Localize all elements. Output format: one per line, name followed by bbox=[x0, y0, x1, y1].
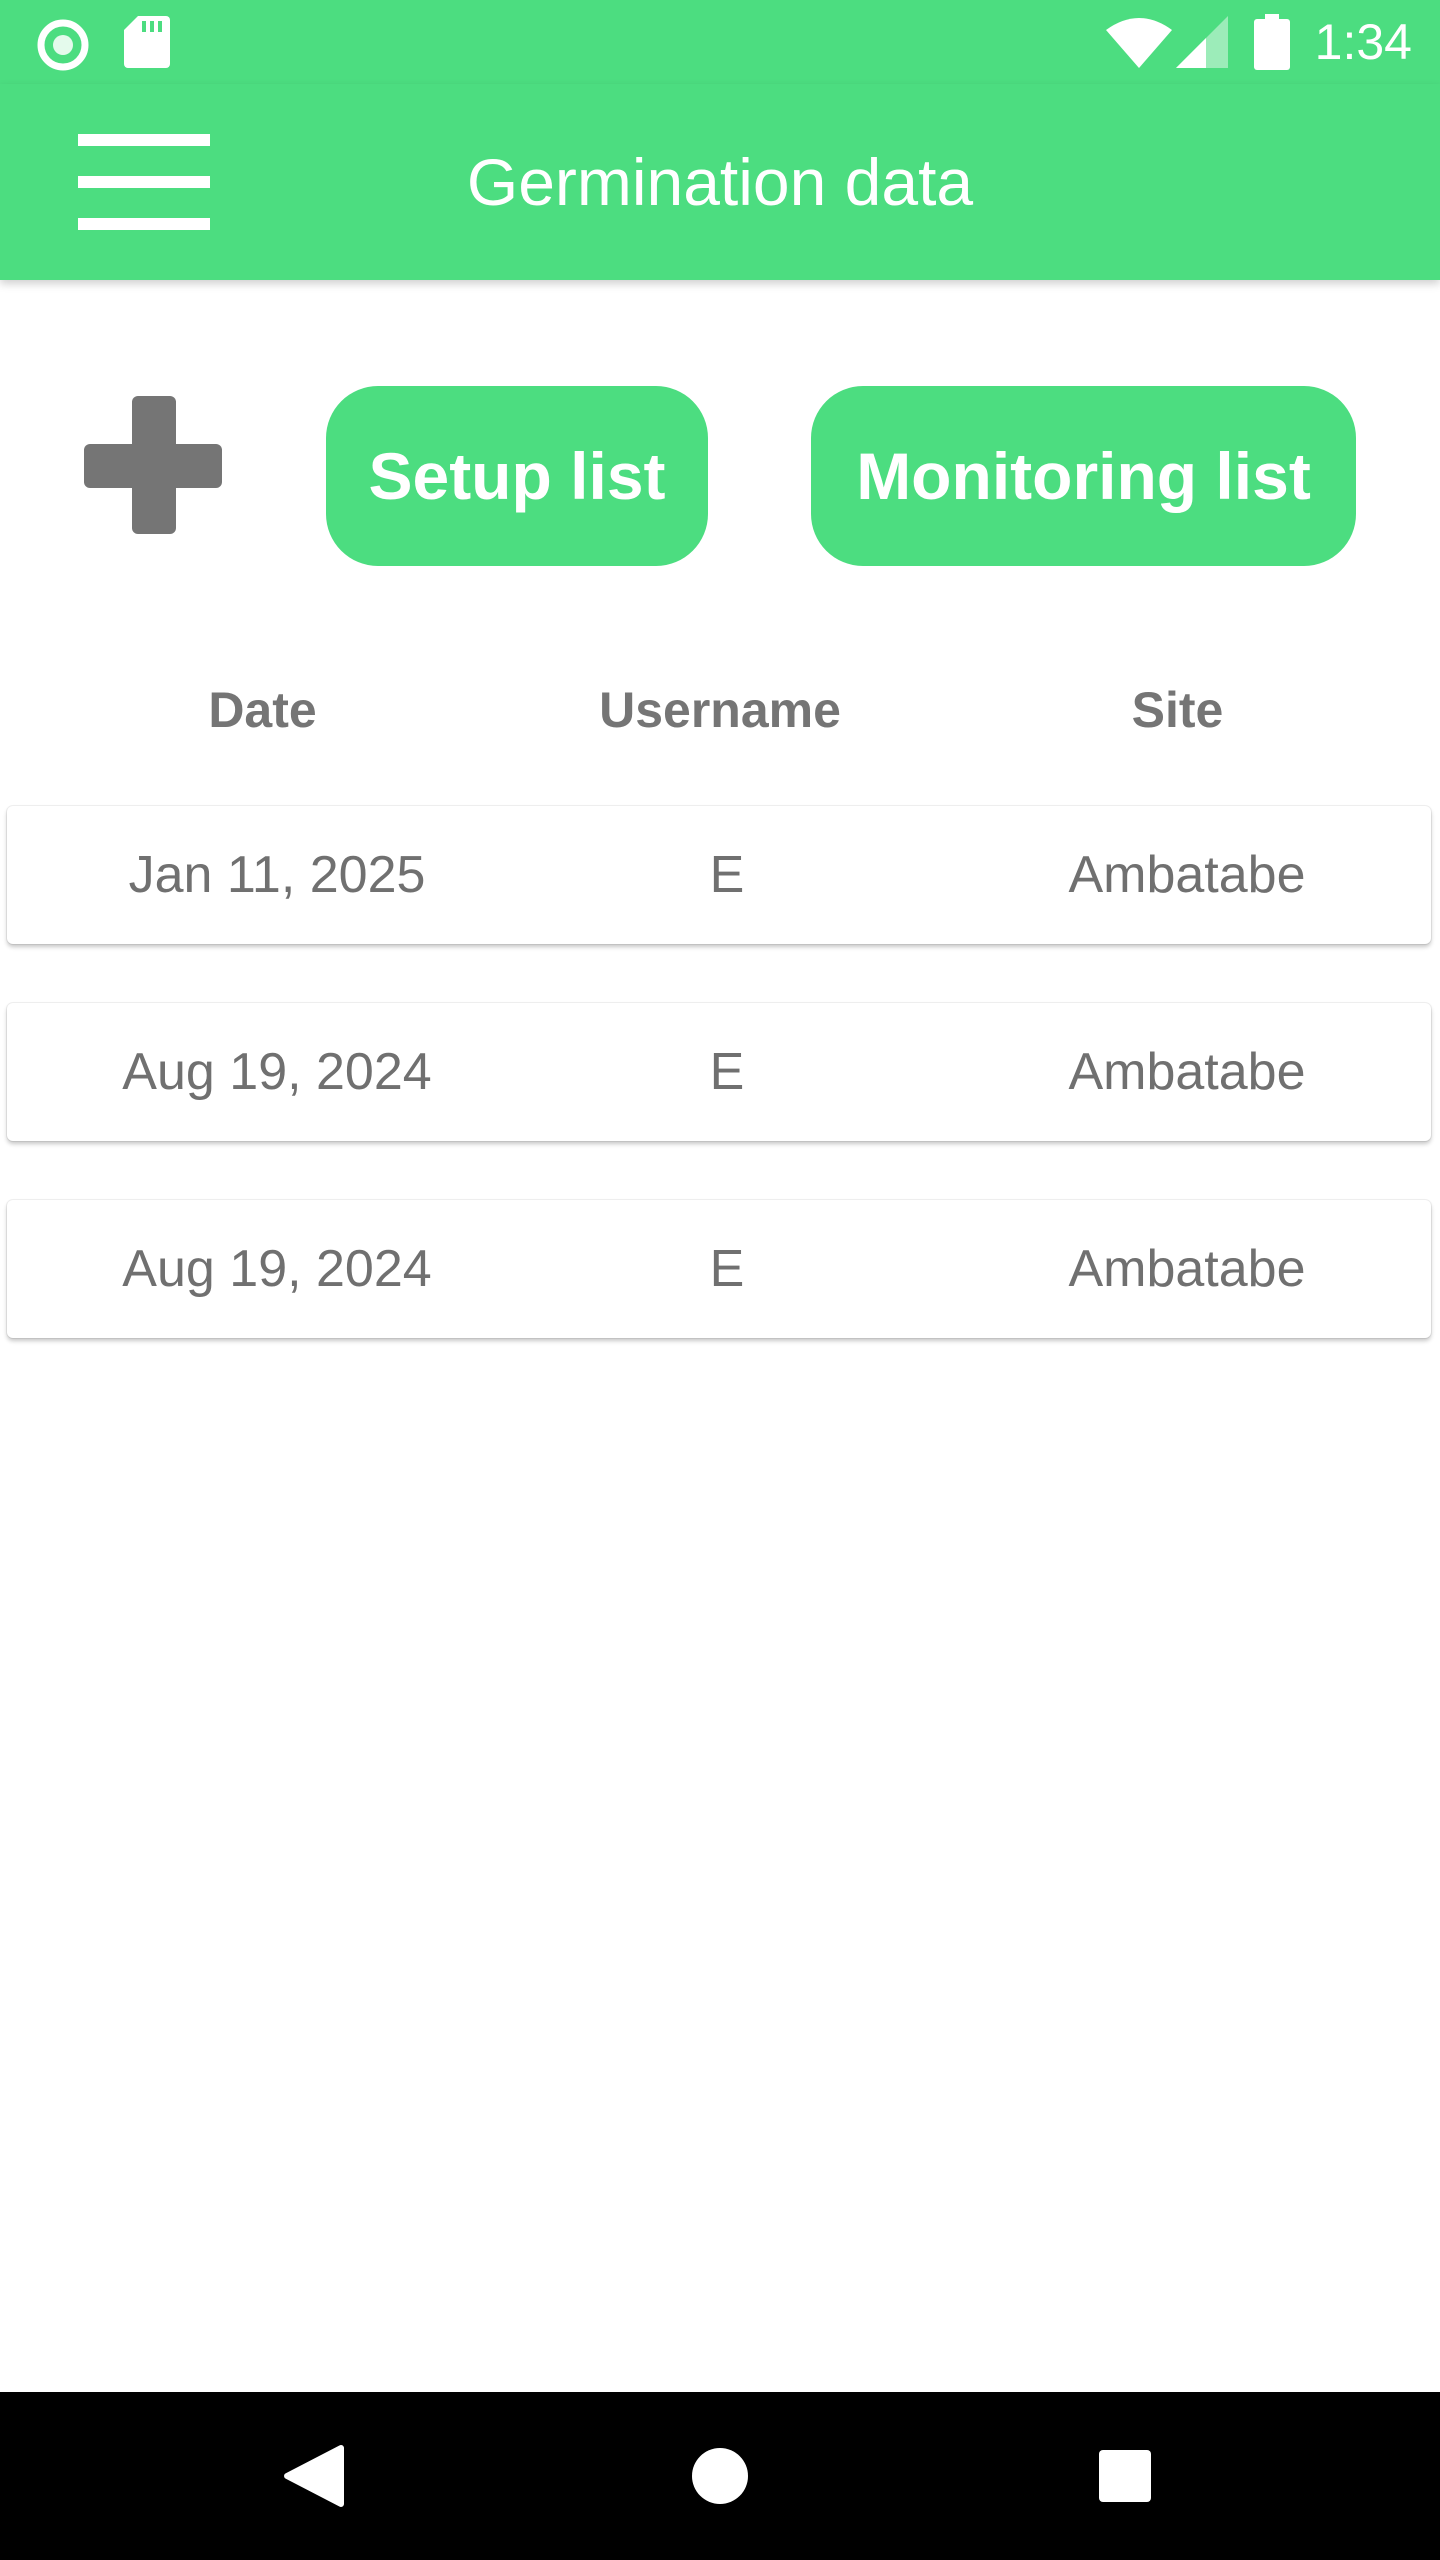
status-time: 1:34 bbox=[1314, 14, 1412, 70]
date-cell: Aug 19, 2024 bbox=[122, 1240, 432, 1298]
navigation-bar bbox=[0, 2392, 1440, 2560]
app-bar: Germination data bbox=[0, 84, 1440, 280]
table-header: Date Username Site bbox=[0, 670, 1440, 750]
table-row[interactable]: Aug 19, 2024 E Ambatabe bbox=[7, 1003, 1431, 1141]
battery-icon bbox=[1254, 14, 1290, 70]
date-cell: Jan 11, 2025 bbox=[128, 846, 426, 904]
site-cell: Ambatabe bbox=[1068, 1043, 1306, 1101]
status-bar: 1:34 bbox=[0, 0, 1440, 84]
home-button[interactable] bbox=[660, 2416, 780, 2536]
username-cell: E bbox=[709, 846, 745, 904]
table-row[interactable]: Aug 19, 2024 E Ambatabe bbox=[7, 1200, 1431, 1338]
menu-button[interactable] bbox=[60, 114, 228, 250]
username-cell: E bbox=[709, 1043, 745, 1101]
site-cell: Ambatabe bbox=[1068, 1240, 1306, 1298]
recents-square-icon bbox=[1099, 2450, 1151, 2502]
username-cell: E bbox=[709, 1240, 745, 1298]
table-row[interactable]: Jan 11, 2025 E Ambatabe bbox=[7, 806, 1431, 944]
add-button[interactable] bbox=[74, 386, 234, 546]
wifi-icon bbox=[1106, 18, 1172, 68]
sd-card-icon bbox=[124, 16, 170, 68]
site-cell: Ambatabe bbox=[1068, 846, 1306, 904]
column-header-username: Username bbox=[599, 682, 841, 738]
monitoring-list-button[interactable]: Monitoring list bbox=[811, 386, 1356, 566]
column-header-date: Date bbox=[208, 682, 317, 738]
back-triangle-icon bbox=[284, 2445, 344, 2507]
setup-list-button[interactable]: Setup list bbox=[326, 386, 708, 566]
circle-notification-icon bbox=[37, 19, 89, 71]
home-circle-icon bbox=[692, 2448, 748, 2504]
back-button[interactable] bbox=[255, 2416, 375, 2536]
cell-signal-icon bbox=[1176, 16, 1228, 68]
recents-button[interactable] bbox=[1065, 2416, 1185, 2536]
date-cell: Aug 19, 2024 bbox=[122, 1043, 432, 1101]
column-header-site: Site bbox=[1131, 682, 1224, 738]
